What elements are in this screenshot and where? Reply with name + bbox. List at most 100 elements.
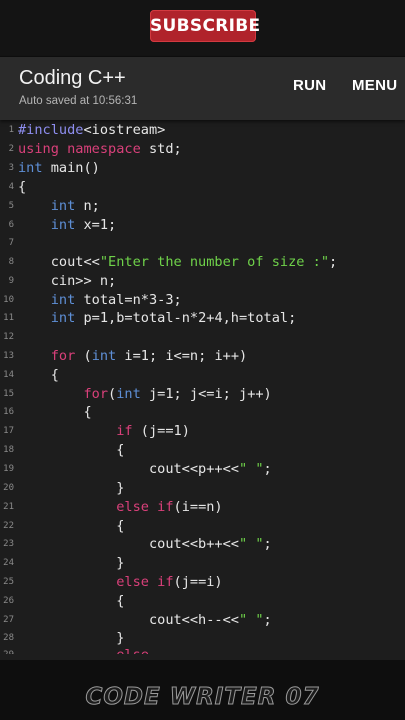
line-number: 9 xyxy=(8,275,14,286)
code-token: i=1; i<=n; i++) xyxy=(116,348,248,364)
line-number: 20 xyxy=(3,482,14,493)
code-token: for xyxy=(50,348,76,364)
code-token: "Enter the number of size :" xyxy=(99,253,329,270)
line-number: 4 xyxy=(8,181,14,192)
line-number: 12 xyxy=(3,332,14,342)
code-text: else if(i==n) xyxy=(18,498,223,516)
code-text: #include<iostream> xyxy=(18,121,165,139)
code-token: else xyxy=(116,647,149,654)
subscribe-button[interactable]: SUBSCRIBE xyxy=(150,10,260,42)
menu-button[interactable]: MENU xyxy=(352,77,397,94)
code-token: int xyxy=(50,197,76,214)
code-editor[interactable]: 1 #include<iostream> 2 using namespace std;… xyxy=(0,121,405,654)
line-number: 29 xyxy=(0,650,14,654)
code-text: { xyxy=(18,178,26,196)
line-number: 26 xyxy=(3,595,14,606)
code-token: using namespace xyxy=(18,140,141,157)
line-number: 6 xyxy=(8,219,14,230)
code-token: ( xyxy=(75,348,92,364)
code-token: } xyxy=(18,555,125,571)
code-text: int n; xyxy=(18,197,100,215)
line-number: 10 xyxy=(3,294,14,305)
code-token: ; xyxy=(263,460,272,477)
code-token: } xyxy=(18,630,125,646)
code-token: ; xyxy=(329,253,338,270)
app-window: Coding C++ Auto saved at 10:56:31 RUN ME… xyxy=(0,57,405,660)
code-text: cout<<"Enter the number of size :"; xyxy=(18,253,337,271)
code-token: { xyxy=(18,592,125,609)
code-text: } xyxy=(18,629,124,647)
line-number: 7 xyxy=(8,238,14,248)
code-token: cout<<b++<< xyxy=(18,536,239,552)
line-number: 5 xyxy=(8,200,14,211)
code-text: cout<<b++<<" "; xyxy=(18,535,272,553)
code-token: { xyxy=(18,517,125,534)
code-token: int xyxy=(18,159,43,176)
code-token: int xyxy=(50,310,76,326)
line-number: 8 xyxy=(8,256,14,267)
code-text: else if(j==i) xyxy=(18,573,222,591)
line-number: 15 xyxy=(3,388,14,399)
code-token: int xyxy=(91,348,117,364)
code-text: } xyxy=(18,554,124,572)
line-number: 13 xyxy=(3,351,14,361)
line-number: 28 xyxy=(3,633,14,643)
line-number: 21 xyxy=(3,501,14,512)
code-token: p=1,b=total-n*2+4,h=total; xyxy=(75,310,297,326)
code-token: for xyxy=(83,385,109,402)
code-token: " " xyxy=(238,536,264,552)
code-token: ; xyxy=(263,611,272,628)
code-token: total=n*3-3; xyxy=(75,291,182,308)
code-token: else if xyxy=(116,498,174,515)
code-token: (i==n) xyxy=(173,498,223,515)
line-number: 11 xyxy=(3,313,14,323)
code-text: { xyxy=(18,517,124,535)
code-token: ; xyxy=(263,536,272,552)
code-token: int xyxy=(50,216,76,233)
line-number: 14 xyxy=(3,370,14,380)
code-token: } xyxy=(18,479,125,496)
line-number: 22 xyxy=(3,520,14,531)
code-text: for (int i=1; i<=n; i++) xyxy=(18,347,247,365)
code-text: using namespace std; xyxy=(18,140,182,158)
code-token: std; xyxy=(140,140,182,157)
code-text: { xyxy=(18,441,124,459)
code-token: <iostream> xyxy=(83,122,166,138)
code-text: } xyxy=(18,479,124,497)
code-token: if xyxy=(116,423,133,439)
code-token: x=1; xyxy=(75,216,117,233)
line-number: 19 xyxy=(3,463,14,474)
code-token: cin>> n; xyxy=(18,272,117,289)
code-text: if (j==1) xyxy=(18,422,190,440)
autosave-status: Auto saved at 10:56:31 xyxy=(19,95,138,107)
code-text: int x=1; xyxy=(18,216,116,234)
channel-watermark: CODE WRITER 07 xyxy=(85,684,320,711)
code-token: (j==1) xyxy=(132,423,190,439)
code-token: else if xyxy=(116,573,174,590)
code-token: main() xyxy=(42,159,100,176)
code-token: cout<< xyxy=(18,253,100,270)
code-token: j=1; j<=i; j++) xyxy=(140,385,272,402)
line-number: 24 xyxy=(3,558,14,568)
line-number: 1 xyxy=(8,125,14,135)
code-text: { xyxy=(18,592,124,610)
code-text: int total=n*3-3; xyxy=(18,291,182,309)
code-text: cout<<p++<<" "; xyxy=(18,460,272,478)
code-text: for(int j=1; j<=i; j++) xyxy=(18,385,272,403)
code-token: cout<<h--<< xyxy=(18,611,239,628)
line-number: 18 xyxy=(3,445,14,455)
code-token: #include xyxy=(18,122,84,138)
code-text: cout<<h--<<" "; xyxy=(18,611,272,629)
run-button[interactable]: RUN xyxy=(293,77,326,94)
code-token: int xyxy=(116,385,141,402)
code-text: else xyxy=(18,646,149,654)
code-token: { xyxy=(18,367,59,383)
